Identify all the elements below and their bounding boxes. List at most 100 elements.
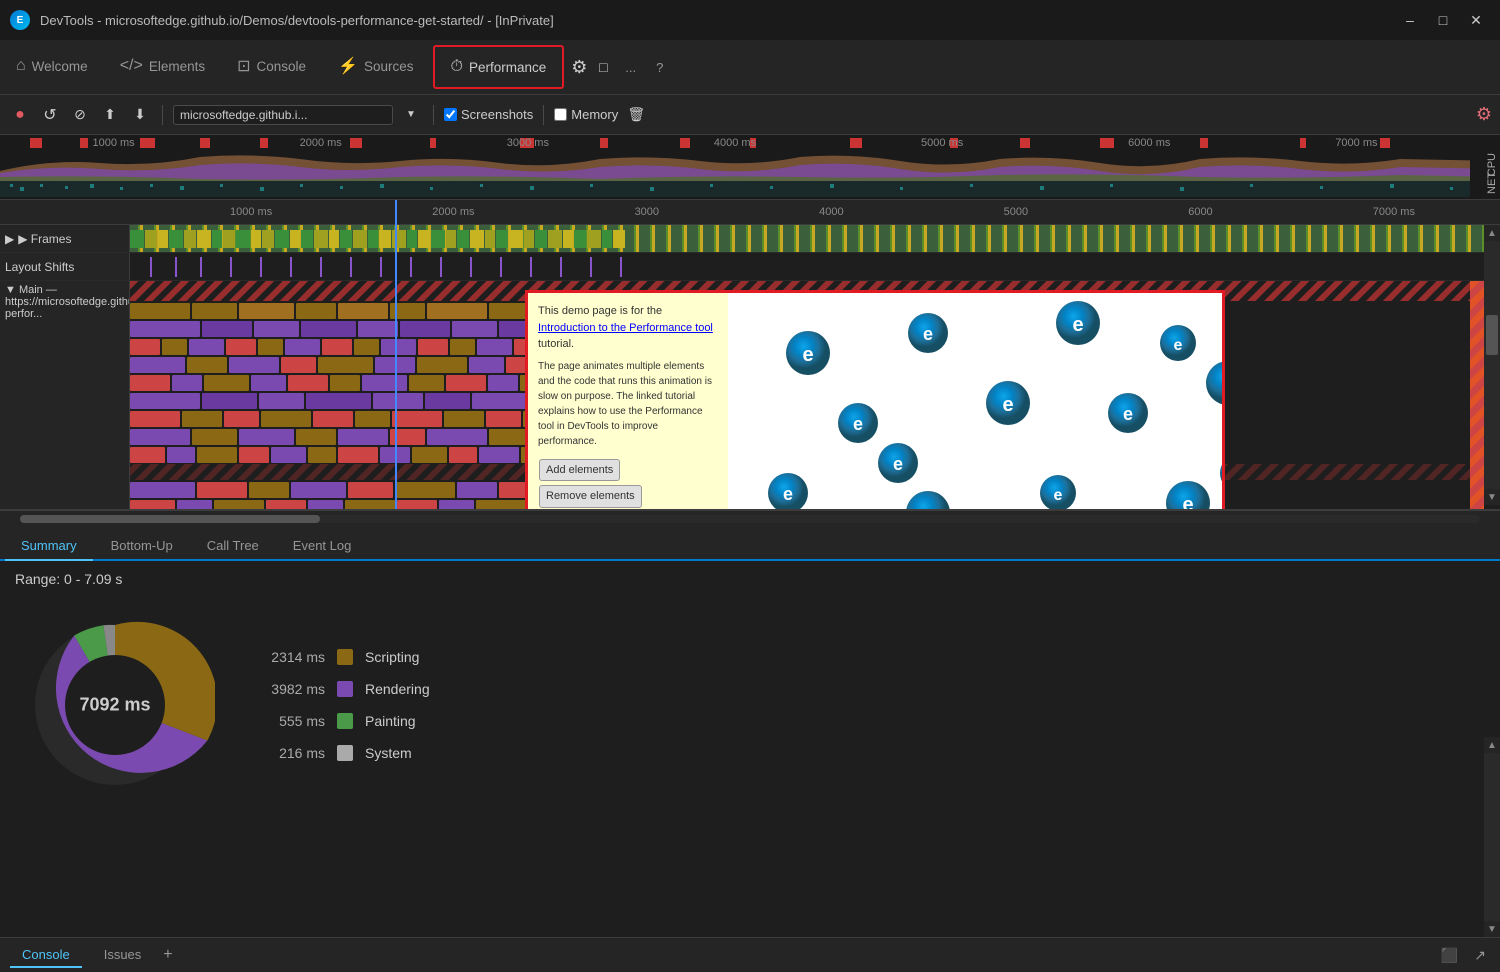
frames-content — [130, 225, 1500, 252]
console-tab[interactable]: Console — [10, 943, 82, 968]
close-button[interactable]: ✕ — [1462, 10, 1490, 30]
frames-label: ▶ ▶ Frames — [0, 225, 130, 252]
clear-recording-button[interactable]: ⊘ — [68, 103, 92, 127]
frames-collapse-icon[interactable]: ▶ — [5, 232, 14, 246]
help-btn[interactable]: ? — [646, 60, 673, 75]
painting-label: Painting — [365, 713, 416, 729]
screenshot-desc1: This demo page is for the Introduction t… — [538, 303, 718, 353]
main-timeline[interactable]: 1000 ms 2000 ms 3000 4000 5000 6000 7000… — [0, 200, 1500, 510]
main-label-text: ▼ Main — https://microsoftedge.github.io… — [5, 284, 130, 320]
tab-bottom-up[interactable]: Bottom-Up — [95, 532, 189, 561]
vscroll-track[interactable] — [1484, 241, 1500, 489]
tick-4000: 4000 — [819, 206, 843, 218]
tab-console[interactable]: ⊡ Console — [221, 40, 322, 94]
memory-text: Memory — [571, 107, 618, 122]
screenshot-description: This demo page is for the Introduction t… — [528, 293, 728, 510]
add-panel-btn[interactable]: + — [163, 946, 172, 964]
layout-shifts-row[interactable]: Layout Shifts — [0, 253, 1500, 281]
bottom-vscroll-down[interactable]: ▼ — [1484, 921, 1500, 937]
frames-text: ▶ Frames — [18, 232, 71, 246]
system-label: System — [365, 745, 412, 761]
import-button[interactable]: ⬆ — [98, 103, 122, 127]
title-bar: E DevTools - microsoftedge.github.io/Dem… — [0, 0, 1500, 40]
timeline-vscroll[interactable]: ▲ ▼ — [1484, 225, 1500, 505]
painting-ms: 555 ms — [255, 713, 325, 729]
tick-2000: 2000 ms — [432, 206, 474, 218]
welcome-icon: ⌂ — [16, 57, 26, 75]
window-title: DevTools - microsoftedge.github.io/Demos… — [40, 13, 1386, 28]
reload-record-button[interactable]: ↺ — [38, 103, 62, 127]
legend-rendering: 3982 ms Rendering — [255, 681, 430, 697]
sidebar-toggle-btn[interactable]: □ — [591, 55, 615, 79]
perf-gear-btn[interactable]: ⚙ — [1476, 104, 1492, 125]
vscroll-down-btn[interactable]: ▼ — [1484, 489, 1500, 505]
screenshot-overlay: This demo page is for the Introduction t… — [525, 290, 1225, 510]
url-input[interactable] — [173, 105, 393, 125]
bottom-vscroll[interactable]: ▲ ▼ — [1484, 737, 1500, 937]
system-ms: 216 ms — [255, 745, 325, 761]
tab-elements-label: Elements — [149, 59, 205, 74]
label-7000: 7000 ms — [1335, 137, 1377, 149]
layout-shifts-svg — [130, 253, 1500, 280]
trash-button[interactable]: 🗑 — [624, 103, 648, 127]
perf-toolbar: ● ↺ ⊘ ⬆ ⬇ ▼ Screenshots Memory 🗑 ⚙ — [0, 95, 1500, 135]
devtools-toolbar: ⌂ Welcome </> Elements ⊡ Console ⚡ Sourc… — [0, 40, 1500, 95]
remove-elements-btn[interactable]: Remove elements — [539, 485, 642, 508]
svg-text:e: e — [1174, 337, 1183, 354]
timeline-labels: 1000 ms 2000 ms 3000 ms 4000 ms 5000 ms … — [0, 137, 1470, 149]
tab-welcome[interactable]: ⌂ Welcome — [0, 40, 104, 94]
vscroll-up-btn[interactable]: ▲ — [1484, 225, 1500, 241]
legend-scripting: 2314 ms Scripting — [255, 649, 430, 665]
more-tabs-btn[interactable]: ... — [615, 60, 646, 75]
donut-center: 7092 ms — [79, 695, 150, 716]
undock-btn[interactable]: ↗ — [1470, 945, 1490, 966]
right-edge-bars — [1470, 281, 1484, 510]
dock-btn[interactable]: ⬛ — [1437, 945, 1462, 966]
svg-text:e: e — [1072, 314, 1083, 336]
sources-icon: ⚡ — [338, 56, 358, 76]
rendering-color — [337, 681, 353, 697]
tab-performance[interactable]: ⏱ Performance — [433, 45, 565, 89]
bottom-vscroll-up[interactable]: ▲ — [1484, 737, 1500, 753]
frames-row[interactable]: ▶ ▶ Frames — [0, 225, 1500, 253]
record-button[interactable]: ● — [8, 103, 32, 127]
tick-5000: 5000 — [1004, 206, 1028, 218]
bottom-tabs: Summary Bottom-Up Call Tree Event Log — [0, 526, 1500, 561]
minimize-button[interactable]: – — [1396, 10, 1424, 30]
performance-icon: ⏱ — [451, 58, 463, 76]
memory-checkbox[interactable] — [554, 108, 567, 121]
svg-text:e: e — [1182, 494, 1193, 510]
tab-summary[interactable]: Summary — [5, 532, 93, 561]
url-dropdown-btn[interactable]: ▼ — [399, 103, 423, 127]
add-elements-btn[interactable]: Add elements — [539, 459, 620, 482]
export-button[interactable]: ⬇ — [128, 103, 152, 127]
svg-text:e: e — [1054, 487, 1063, 504]
screenshot-animation: e e e e e e — [728, 293, 1222, 510]
screenshot-buttons: Add elements Remove elements — [538, 457, 718, 510]
window-controls: – □ ✕ — [1396, 10, 1490, 30]
tab-sources-label: Sources — [364, 59, 414, 74]
tab-call-tree[interactable]: Call Tree — [191, 532, 275, 561]
bottom-vscroll-track[interactable] — [1484, 753, 1500, 921]
tab-elements[interactable]: </> Elements — [104, 40, 221, 94]
main-row-label: ▼ Main — https://microsoftedge.github.io… — [0, 281, 130, 510]
svg-text:e: e — [802, 344, 813, 366]
hscroll-thumb[interactable] — [20, 515, 320, 523]
settings-gear-btn[interactable]: ⚙ — [567, 55, 591, 79]
screenshots-label[interactable]: Screenshots — [444, 107, 533, 122]
rendering-label: Rendering — [365, 681, 430, 697]
scripting-label: Scripting — [365, 649, 419, 665]
svg-text:e: e — [893, 454, 903, 474]
timeline-overview[interactable]: 1000 ms 2000 ms 3000 ms 4000 ms 5000 ms … — [0, 135, 1500, 200]
screenshots-checkbox[interactable] — [444, 108, 457, 121]
tab-sources[interactable]: ⚡ Sources — [322, 40, 429, 94]
vscroll-thumb[interactable] — [1486, 315, 1498, 355]
issues-tab[interactable]: Issues — [92, 943, 154, 968]
memory-label[interactable]: Memory — [554, 107, 618, 122]
tab-event-log[interactable]: Event Log — [277, 532, 368, 561]
h-scrollbar[interactable] — [0, 510, 1500, 526]
hscroll-track[interactable] — [20, 515, 1480, 523]
layout-shifts-content — [130, 253, 1500, 280]
maximize-button[interactable]: □ — [1429, 10, 1457, 30]
legend: 2314 ms Scripting 3982 ms Rendering 555 … — [255, 649, 430, 761]
